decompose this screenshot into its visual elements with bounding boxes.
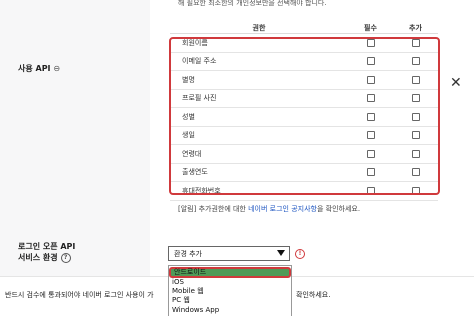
header-permission: 권한 — [170, 22, 348, 34]
info-circle-icon[interactable]: ? — [60, 252, 71, 263]
dropdown-option-ios[interactable]: iOS — [172, 278, 184, 287]
permission-notice: [알림] 추가권한에 대한 네이버 로그인 공지사항을 확인하세요. — [178, 204, 360, 214]
header-optional: 추가 — [393, 22, 438, 34]
notice-link[interactable]: 네이버 로그인 공지사항 — [248, 205, 317, 213]
notice-suffix: 을 확인하세요. — [316, 205, 361, 213]
dropdown-option-windows-app[interactable]: Windows App — [172, 306, 219, 315]
permission-description: 해 필요한 최소한의 개인정보만을 선택해야 합니다. — [178, 0, 327, 7]
dropdown-option-pc-web[interactable]: PC 웹 — [172, 296, 190, 305]
settings-panel: 사용 API ⊖ 해 필요한 최소한의 개인정보만을 선택해야 합니다. 권한 … — [0, 0, 474, 276]
environment-select[interactable]: 환경 추가 — [168, 246, 290, 261]
label-column — [0, 0, 150, 276]
environment-label-line2: 서비스 환경 — [18, 253, 58, 262]
environment-label-line1: 로그인 오픈 API — [18, 242, 76, 251]
permission-header-row: 권한 필수 추가 — [170, 22, 438, 34]
environment-select-value: 환경 추가 — [174, 250, 202, 258]
permission-highlight-outline — [169, 37, 440, 195]
environment-label: 로그인 오픈 API 서비스 환경? — [18, 241, 75, 263]
dropdown-option-mobile-web[interactable]: Mobile 웹 — [172, 287, 204, 296]
footer-text-left: 반드시 검수에 통과되어야 네이버 로그인 사용이 가 — [5, 291, 154, 299]
header-required: 필수 — [348, 22, 393, 34]
chevron-down-icon — [277, 250, 285, 256]
close-icon[interactable]: ✕ — [450, 76, 462, 90]
notice-prefix: [알림] 추가권한에 대한 — [178, 205, 249, 213]
footer-text-right: 확인하세요. — [296, 291, 331, 299]
environment-dropdown-list: 안드로이드 iOS Mobile 웹 PC 웹 Windows App — [168, 265, 292, 316]
warning-icon: ! — [295, 249, 305, 259]
api-label: 사용 API ⊖ — [18, 63, 60, 74]
dropdown-option-android[interactable]: 안드로이드 — [169, 267, 291, 278]
api-label-text: 사용 API — [18, 64, 51, 73]
link-icon[interactable]: ⊖ — [53, 64, 60, 73]
